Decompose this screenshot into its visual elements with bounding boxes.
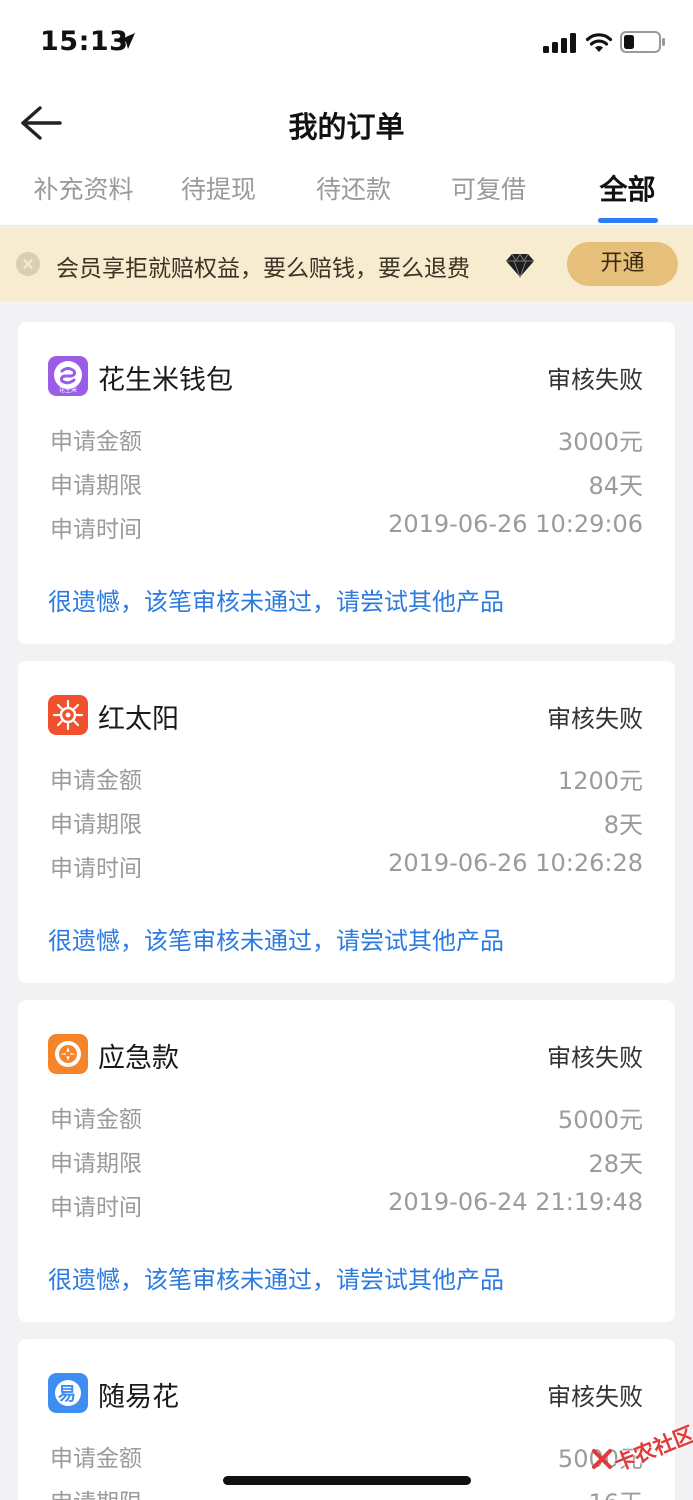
term-value: 28天	[588, 1150, 643, 1178]
term-value: 8天	[603, 811, 643, 839]
active-tab-indicator	[598, 218, 658, 223]
status-bar: 15:13	[0, 0, 693, 90]
membership-banner: 会员享拒就赔权益，要么赔钱，要么退费 开通	[0, 227, 693, 301]
wifi-icon	[585, 33, 613, 52]
banner-text: 会员享拒就赔权益，要么赔钱，要么退费	[56, 256, 470, 282]
term-value: 84天	[588, 472, 643, 500]
rejection-note[interactable]: 很遗憾，该笔审核未通过，请尝试其他产品	[48, 921, 504, 956]
term-label: 申请期限	[50, 1151, 142, 1177]
time-value: 2019-06-26 10:26:28	[388, 849, 643, 877]
status-time: 15:13	[40, 26, 129, 57]
term-label: 申请期限	[50, 473, 142, 499]
time-value: 2019-06-24 21:19:48	[388, 1188, 643, 1216]
amount-value: 5000元	[557, 1106, 643, 1134]
watermark-text: 卡农社区	[610, 1422, 693, 1476]
order-status: 审核失败	[547, 1044, 643, 1072]
term-label: 申请期限	[50, 1483, 142, 1500]
location-arrow-icon	[119, 33, 135, 49]
order-status: 审核失败	[547, 366, 643, 394]
product-name: 随易花	[98, 1382, 179, 1413]
sun-logo-icon	[48, 695, 88, 735]
order-tabs: 补充资料 待提现 待还款 可复借 全部	[0, 158, 693, 226]
order-card[interactable]: 应急款 审核失败 申请金额 5000元 申请期限 28天 申请时间 2019-0…	[18, 1000, 675, 1322]
order-card[interactable]: 花生米 花生米钱包 审核失败 申请金额 3000元 申请期限 84天 申请时间 …	[18, 322, 675, 644]
logo-text: 易	[58, 1384, 76, 1405]
cellular-signal-icon	[543, 33, 576, 53]
time-label: 申请时间	[50, 517, 142, 543]
rejection-note[interactable]: 很遗憾，该笔审核未通过，请尝试其他产品	[48, 1260, 504, 1295]
tab-reborrow[interactable]: 可复借	[421, 170, 556, 206]
diamond-icon	[506, 252, 534, 279]
amount-value: 3000元	[557, 428, 643, 456]
tab-pending-withdraw[interactable]: 待提现	[151, 170, 286, 206]
rejection-note[interactable]: 很遗憾，该笔审核未通过，请尝试其他产品	[48, 582, 504, 617]
order-status: 审核失败	[547, 705, 643, 733]
suiyihua-logo-icon: 易	[48, 1373, 88, 1413]
term-label: 申请期限	[50, 812, 142, 838]
watermark: 卡农社区	[588, 1405, 693, 1487]
amount-label: 申请金额	[50, 768, 142, 794]
amount-label: 申请金额	[50, 1446, 142, 1472]
logo-text: 花生米	[59, 386, 77, 394]
open-membership-button[interactable]: 开通	[567, 242, 678, 286]
huashengmi-logo-icon: 花生米	[48, 356, 88, 396]
tab-pending-repay[interactable]: 待还款	[286, 170, 421, 206]
time-value: 2019-06-26 10:29:06	[388, 510, 643, 538]
battery-icon	[620, 31, 665, 53]
time-label: 申请时间	[50, 1195, 142, 1221]
tab-supplement[interactable]: 补充资料	[16, 170, 151, 206]
emergency-fund-logo-icon	[48, 1034, 88, 1074]
nav-bar: 我的订单	[0, 90, 693, 158]
time-label: 申请时间	[50, 856, 142, 882]
product-name: 应急款	[98, 1043, 179, 1074]
order-card[interactable]: 红太阳 审核失败 申请金额 1200元 申请期限 8天 申请时间 2019-06…	[18, 661, 675, 983]
product-name: 花生米钱包	[98, 365, 233, 396]
home-indicator[interactable]	[223, 1476, 471, 1485]
amount-label: 申请金额	[50, 429, 142, 455]
close-icon[interactable]	[16, 252, 40, 276]
amount-label: 申请金额	[50, 1107, 142, 1133]
tab-all[interactable]: 全部	[560, 168, 693, 208]
page-title: 我的订单	[288, 110, 405, 144]
amount-value: 1200元	[557, 767, 643, 795]
product-name: 红太阳	[98, 704, 179, 735]
